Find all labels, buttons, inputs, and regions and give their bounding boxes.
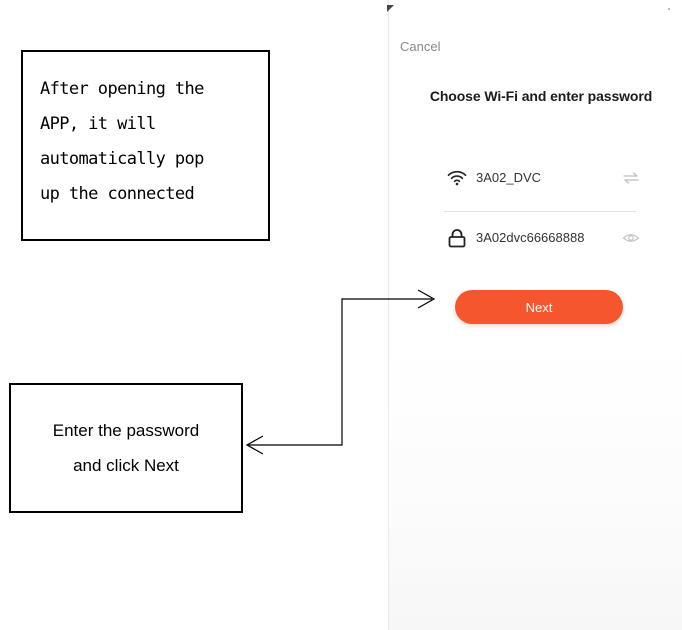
corner-mark — [387, 5, 394, 12]
annotation-line: and click Next — [73, 456, 179, 475]
password-field[interactable]: 3A02dvc66668888 — [446, 226, 644, 250]
screen-edge — [388, 0, 389, 630]
eye-icon[interactable] — [622, 230, 640, 246]
arrowhead-left — [245, 435, 264, 455]
annotation-line: After opening the — [40, 79, 204, 99]
wifi-icon — [447, 170, 467, 186]
wifi-selector[interactable]: 3A02_DVC — [446, 166, 644, 190]
annotation-line: APP, it will — [40, 114, 156, 134]
annotation-line: automatically pop — [40, 149, 204, 169]
cancel-button[interactable]: Cancel — [400, 39, 440, 54]
page-title: Choose Wi-Fi and enter password — [429, 88, 653, 104]
annotation-box-top: After opening the APP, it will automatic… — [21, 50, 270, 241]
annotation-line: Enter the password — [52, 421, 200, 440]
lock-icon — [448, 229, 466, 248]
divider — [444, 211, 636, 212]
annotation-box-bottom: Enter the password and click Next — [9, 383, 243, 513]
status-dot — [668, 8, 670, 10]
annotation-line: up the connected — [40, 184, 195, 204]
password-value[interactable]: 3A02dvc66668888 — [476, 230, 584, 245]
switch-network-icon[interactable] — [622, 170, 640, 186]
next-button[interactable]: Next — [455, 290, 623, 324]
wifi-ssid: 3A02_DVC — [476, 170, 542, 185]
